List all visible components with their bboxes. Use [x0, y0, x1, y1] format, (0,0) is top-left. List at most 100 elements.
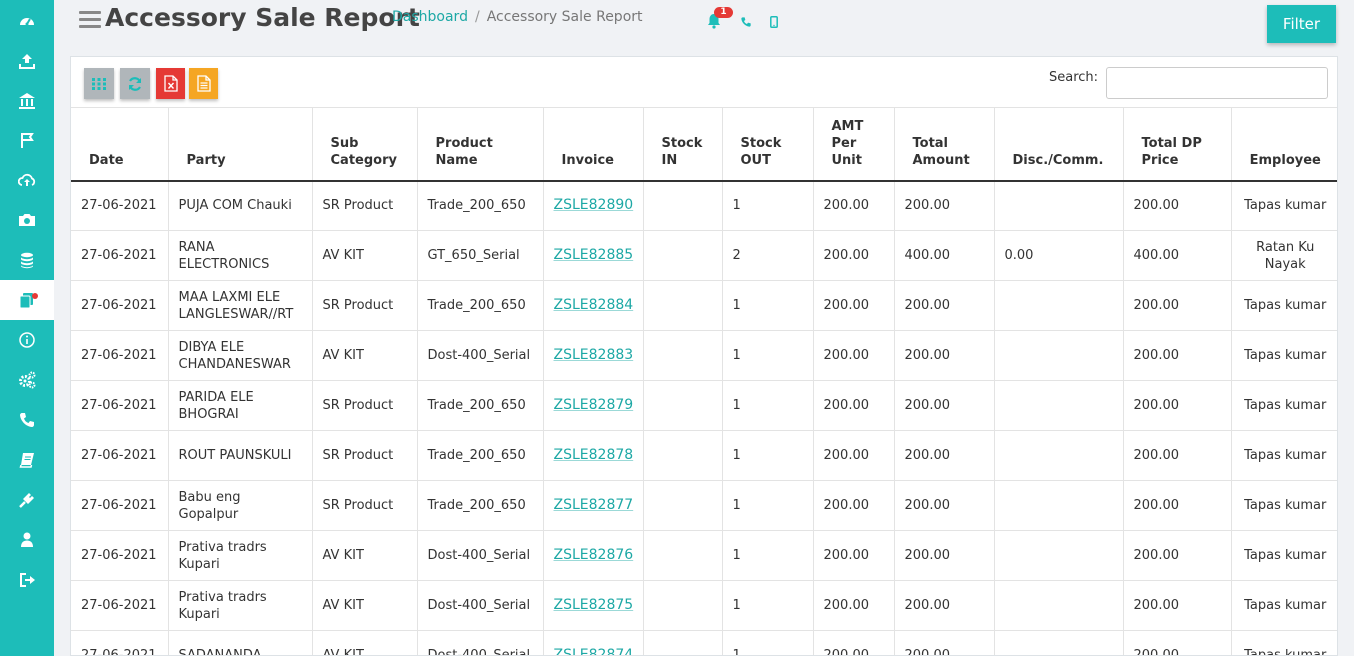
cell-total-dp-price: 200.00 [1123, 480, 1232, 531]
cell-discount [994, 580, 1124, 631]
column-header[interactable]: Total Amount [894, 107, 995, 182]
cell-stock-in [643, 380, 723, 431]
table-row: 27-06-2021 PUJA COM Chauki SR Product Trade… [71, 180, 1337, 231]
cell-employee: Tapas kumar [1231, 330, 1337, 381]
cell-employee: Tapas kumar [1231, 380, 1337, 431]
cell-sub-category: AV KIT [312, 630, 418, 655]
sidebar-item-info[interactable] [0, 320, 54, 360]
invoice-link[interactable]: ZSLE82878 [554, 447, 634, 463]
sidebar-item-flag[interactable] [0, 120, 54, 160]
cell-product-name: Trade_200_650 [417, 380, 544, 431]
document-icon [196, 75, 211, 92]
cell-total-amount: 200.00 [894, 430, 995, 481]
sidebar-item-upload[interactable] [0, 41, 54, 81]
cell-stock-in [643, 530, 723, 581]
cell-discount [994, 280, 1124, 331]
sidebar-item-documents[interactable] [0, 280, 54, 320]
invoice-link[interactable]: ZSLE82885 [554, 247, 634, 263]
table-row: 27-06-2021 Prativa tradrs Kupari AV KIT Dos… [71, 530, 1337, 581]
table-row: 27-06-2021 ROUT PAUNSKULI SR Product Trade_… [71, 430, 1337, 481]
cell-stock-in [643, 480, 723, 531]
invoice-link[interactable]: ZSLE82875 [554, 597, 634, 613]
table-row: 27-06-2021 Prativa tradrs Kupari AV KIT Dos… [71, 580, 1337, 631]
cell-total-dp-price: 200.00 [1123, 380, 1232, 431]
sidebar-item-phone[interactable] [0, 400, 54, 440]
sidebar-item-plug[interactable] [0, 480, 54, 520]
column-visibility-button[interactable] [84, 68, 114, 99]
cell-stock-out: 1 [722, 430, 814, 481]
column-header[interactable]: Disc./Comm. [994, 107, 1124, 182]
cell-stock-out: 2 [722, 230, 814, 281]
sidebar [0, 0, 54, 656]
cell-total-dp-price: 400.00 [1123, 230, 1232, 281]
sidebar-item-user[interactable] [0, 520, 54, 560]
table-row: 27-06-2021 Babu eng Gopalpur SR Product Tra… [71, 480, 1337, 531]
cell-total-amount: 200.00 [894, 530, 995, 581]
cell-total-dp-price: 200.00 [1123, 580, 1232, 631]
export-document-button[interactable] [189, 68, 218, 99]
cell-total-dp-price: 200.00 [1123, 530, 1232, 581]
invoice-link[interactable]: ZSLE82890 [554, 197, 634, 213]
invoice-link[interactable]: ZSLE82879 [554, 397, 634, 413]
table-row: 27-06-2021 MAA LAXMI ELE LANGLESWAR//RT SR… [71, 280, 1337, 331]
cell-total-amount: 200.00 [894, 180, 995, 231]
sidebar-item-cloud-upload[interactable] [0, 160, 54, 200]
cell-total-amount: 200.00 [894, 480, 995, 531]
breadcrumb-separator: / [474, 9, 480, 25]
column-header[interactable]: AMT Per Unit [813, 107, 895, 182]
invoice-link[interactable]: ZSLE82884 [554, 297, 634, 313]
cell-amount-per-unit: 200.00 [813, 380, 895, 431]
bank-icon [19, 93, 35, 109]
sidebar-item-bank[interactable] [0, 81, 54, 121]
column-header[interactable]: Employee [1231, 107, 1337, 182]
column-header[interactable]: Stock OUT [722, 107, 814, 182]
cell-discount: 0.00 [994, 230, 1124, 281]
sidebar-item-camera[interactable] [0, 200, 54, 240]
column-header[interactable]: Stock IN [643, 107, 723, 182]
cell-total-dp-price: 200.00 [1123, 430, 1232, 481]
table-row: 27-06-2021 RANA ELECTRONICS AV KIT GT_650_S… [71, 230, 1337, 281]
invoice-link[interactable]: ZSLE82876 [554, 547, 634, 563]
cell-discount [994, 430, 1124, 481]
breadcrumb-current: Accessory Sale Report [486, 9, 643, 25]
cell-party: MAA LAXMI ELE LANGLESWAR//RT [168, 280, 313, 331]
sidebar-item-settings[interactable] [0, 360, 54, 400]
invoice-link[interactable]: ZSLE82883 [554, 347, 634, 363]
cell-discount [994, 630, 1124, 655]
cell-employee: Tapas kumar [1231, 480, 1337, 531]
export-excel-button[interactable] [156, 68, 185, 99]
cell-date: 27-06-2021 [71, 280, 169, 331]
column-header[interactable]: Total DP Price [1123, 107, 1232, 182]
invoice-link[interactable]: ZSLE82874 [554, 647, 634, 655]
sidebar-item-dashboard[interactable] [0, 1, 54, 41]
search-input[interactable] [1106, 67, 1328, 99]
sidebar-item-book[interactable] [0, 440, 54, 480]
cell-date: 27-06-2021 [71, 230, 169, 281]
mobile-icon[interactable] [770, 16, 778, 28]
breadcrumb-dashboard-link[interactable]: Dashboard [392, 9, 468, 25]
cell-total-dp-price: 200.00 [1123, 280, 1232, 331]
cell-party: PUJA COM Chauki [168, 180, 313, 231]
breadcrumb: Dashboard / Accessory Sale Report [392, 9, 643, 25]
cell-employee: Tapas kumar [1231, 180, 1337, 231]
column-header[interactable]: Sub Category [312, 107, 418, 182]
notification-badge: 1 [714, 7, 733, 18]
phone-header-icon[interactable] [740, 16, 752, 28]
cloud-upload-icon [18, 173, 36, 186]
invoice-link[interactable]: ZSLE82877 [554, 497, 634, 513]
menu-toggle-icon[interactable] [79, 11, 101, 31]
cell-amount-per-unit: 200.00 [813, 630, 895, 655]
cell-total-dp-price: 200.00 [1123, 180, 1232, 231]
column-header[interactable]: Product Name [417, 107, 544, 182]
cell-discount [994, 530, 1124, 581]
refresh-button[interactable] [120, 68, 150, 99]
sidebar-item-logout[interactable] [0, 560, 54, 600]
filter-button[interactable]: Filter [1267, 5, 1336, 43]
cell-discount [994, 480, 1124, 531]
column-header[interactable]: Party [168, 107, 313, 182]
column-header[interactable]: Invoice [543, 107, 644, 182]
cell-stock-in [643, 180, 723, 231]
column-header[interactable]: Date [71, 107, 169, 182]
sidebar-item-database[interactable] [0, 240, 54, 280]
cell-employee: Tapas kumar [1231, 280, 1337, 331]
